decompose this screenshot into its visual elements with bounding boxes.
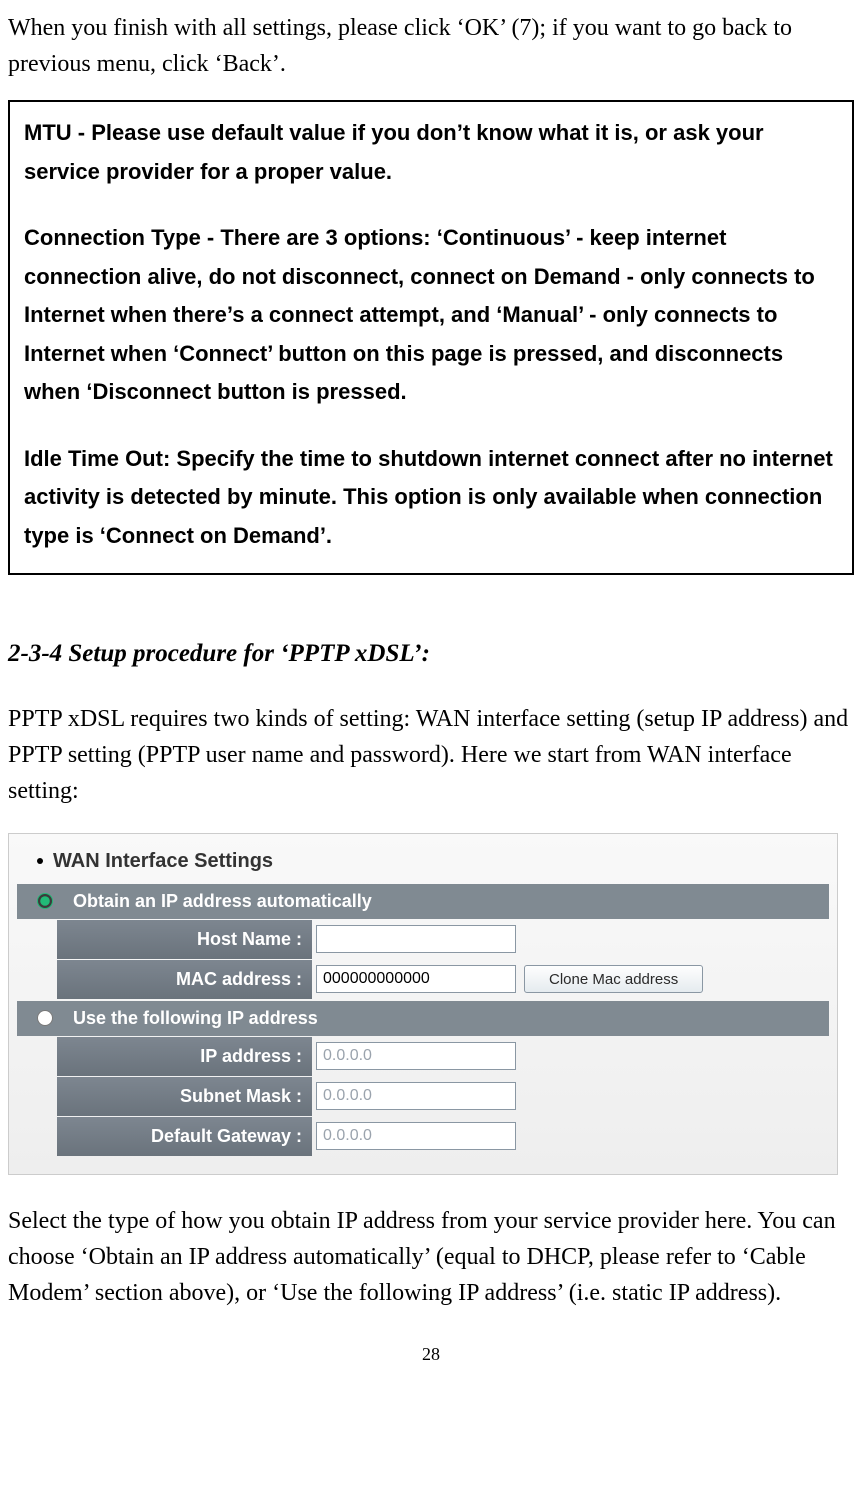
section-heading: 2-3-4 Setup procedure for ‘PPTP xDSL’: — [8, 635, 854, 673]
hostname-label: Host Name : — [57, 920, 312, 959]
radio-static-label: Use the following IP address — [73, 1005, 318, 1032]
info-box: MTU - Please use default value if you do… — [8, 100, 854, 575]
infobox-connection-type: Connection Type - There are 3 options: ‘… — [24, 219, 838, 412]
gateway-input[interactable] — [316, 1122, 516, 1150]
infobox-idle-timeout: Idle Time Out: Specify the time to shutd… — [24, 440, 838, 556]
page-number: 28 — [8, 1341, 854, 1368]
subnet-input[interactable] — [316, 1082, 516, 1110]
gateway-label: Default Gateway : — [57, 1117, 312, 1156]
bullet-icon — [37, 858, 43, 864]
panel-title: WAN Interface Settings — [53, 846, 273, 876]
section-intro: PPTP xDSL requires two kinds of setting:… — [8, 701, 854, 809]
ip-input[interactable] — [316, 1042, 516, 1070]
mac-label: MAC address : — [57, 960, 312, 999]
subnet-label: Subnet Mask : — [57, 1077, 312, 1116]
outro-text: Select the type of how you obtain IP add… — [8, 1203, 854, 1311]
intro-text: When you finish with all settings, pleas… — [8, 10, 854, 82]
radio-static-row[interactable]: Use the following IP address — [17, 1001, 829, 1036]
ip-label: IP address : — [57, 1037, 312, 1076]
mac-input[interactable] — [316, 965, 516, 993]
hostname-input[interactable] — [316, 925, 516, 953]
wan-settings-panel: WAN Interface Settings Obtain an IP addr… — [8, 833, 838, 1175]
radio-auto-label: Obtain an IP address automatically — [73, 888, 372, 915]
radio-auto-row[interactable]: Obtain an IP address automatically — [17, 884, 829, 919]
clone-mac-button[interactable]: Clone Mac address — [524, 965, 703, 993]
radio-static[interactable] — [37, 1010, 53, 1026]
radio-auto[interactable] — [37, 893, 53, 909]
infobox-mtu: MTU - Please use default value if you do… — [24, 114, 838, 191]
